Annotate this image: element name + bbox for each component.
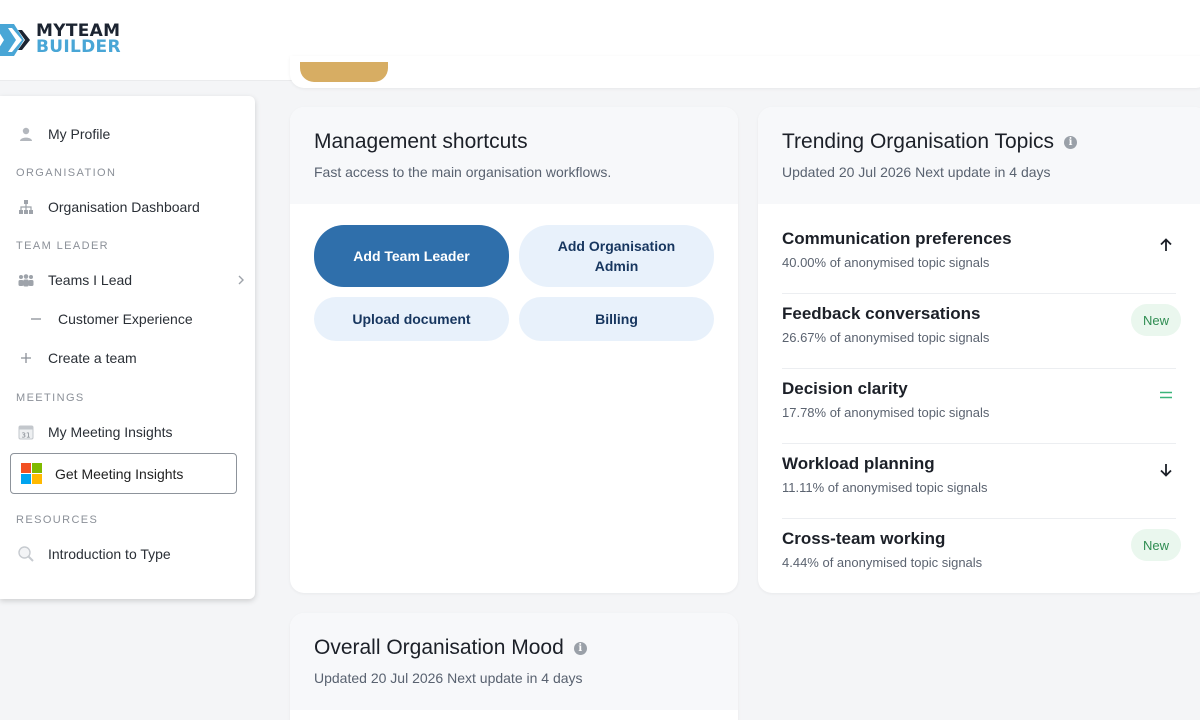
top-card-edge <box>290 56 1200 88</box>
top-card-pill <box>300 62 388 82</box>
down-arrow-icon <box>1160 464 1172 477</box>
topic-description: 40.00% of anonymised topic signals <box>782 255 990 270</box>
card-title: Overall Organisation Mood i <box>314 636 587 660</box>
info-icon[interactable]: i <box>573 641 587 655</box>
topic-name: Feedback conversations <box>782 304 981 323</box>
sidebar-item-create-team[interactable]: Create a team <box>16 347 137 369</box>
topic-row: Feedback conversations 26.67% of anonymi… <box>758 294 1200 369</box>
topic-name: Decision clarity <box>782 379 908 398</box>
topic-description: 11.11% of anonymised topic signals <box>782 480 988 495</box>
sidebar-item-label: Create a team <box>48 350 137 366</box>
get-meeting-insights-label: Get Meeting Insights <box>55 465 184 482</box>
logo-line-2: BUILDER <box>36 37 121 57</box>
chevron-right-icon[interactable] <box>234 273 248 287</box>
card-subtitle: Updated 20 Jul 2026 Next update in 4 day… <box>314 670 583 686</box>
microsoft-icon <box>21 463 42 484</box>
add-organisation-admin-button[interactable]: Add Organisation Admin <box>519 225 714 287</box>
sidebar-item-my-meeting-insights[interactable]: 31 My Meeting Insights <box>16 421 173 443</box>
card-subtitle: Updated 20 Jul 2026 Next update in 4 day… <box>782 164 1051 180</box>
organisation-mood-card: Overall Organisation Mood i Updated 20 Ju… <box>290 613 738 720</box>
topic-row: Workload planning 11.11% of anonymised t… <box>758 444 1200 519</box>
sitemap-icon <box>16 197 36 217</box>
card-header <box>290 107 738 204</box>
sidebar-item-label: My Profile <box>48 126 111 142</box>
sidebar-item-customer-experience[interactable]: Customer Experience <box>26 308 193 330</box>
equals-icon <box>1160 391 1172 399</box>
sidebar-item-introduction-to-type[interactable]: Introduction to Type <box>16 543 171 565</box>
sidebar-item-organisation-dashboard[interactable]: Organisation Dashboard <box>16 196 200 218</box>
plus-icon <box>16 348 36 368</box>
section-label-meetings: MEETINGS <box>16 392 85 404</box>
topic-name: Communication preferences <box>782 229 1012 248</box>
sidebar: My Profile ORGANISATION Organisation Das… <box>0 96 255 599</box>
new-badge: New <box>1131 304 1181 336</box>
section-label-team-leader: TEAM LEADER <box>16 240 110 252</box>
topic-row: Decision clarity 17.78% of anonymised to… <box>758 369 1200 444</box>
card-header <box>290 613 738 710</box>
sidebar-item-teams-i-lead[interactable]: Teams I Lead <box>16 269 244 291</box>
dash-icon <box>26 309 46 329</box>
info-icon[interactable]: i <box>1064 135 1077 149</box>
user-icon <box>16 124 36 144</box>
trending-topics-card: Trending Organisation Topics i Updated 20… <box>758 107 1200 593</box>
topic-row: Cross-team working 4.44% of anonymised t… <box>758 519 1200 593</box>
topic-description: 26.67% of anonymised topic signals <box>782 330 990 345</box>
card-title-text: Overall Organisation Mood <box>314 636 564 659</box>
logo-mark-icon <box>0 24 30 56</box>
card-title: Management shortcuts <box>314 130 528 153</box>
card-title: Trending Organisation Topics i <box>782 130 1077 154</box>
section-label-organisation: ORGANISATION <box>16 167 117 179</box>
add-team-leader-button[interactable]: Add Team Leader <box>314 225 509 287</box>
sidebar-item-label: Teams I Lead <box>48 272 133 288</box>
magnifier-icon <box>16 544 36 564</box>
section-label-resources: RESOURCES <box>16 514 99 526</box>
topic-name: Cross-team working <box>782 529 946 548</box>
logo-text: MYTEAM BUILDER <box>36 23 121 57</box>
sidebar-item-my-profile[interactable]: My Profile <box>16 123 110 145</box>
upload-document-button[interactable]: Upload document <box>314 297 509 341</box>
card-header <box>758 107 1200 204</box>
billing-button[interactable]: Billing <box>519 297 714 341</box>
topic-description: 17.78% of anonymised topic signals <box>782 405 990 420</box>
new-badge: New <box>1131 529 1181 561</box>
calendar-day: 31 <box>22 431 31 439</box>
sidebar-item-label: My Meeting Insights <box>48 424 173 440</box>
topic-description: 4.44% of anonymised topic signals <box>782 555 983 570</box>
up-arrow-icon <box>1160 238 1172 251</box>
get-meeting-insights-button[interactable]: Get Meeting Insights <box>10 453 237 494</box>
sidebar-item-label: Customer Experience <box>58 311 193 327</box>
card-subtitle: Fast access to the main organisation wor… <box>314 164 612 180</box>
topic-name: Workload planning <box>782 454 935 473</box>
topic-row: Communication preferences 40.00% of anon… <box>758 219 1200 294</box>
sidebar-item-label: Introduction to Type <box>48 546 171 562</box>
management-shortcuts-card: Management shortcuts Fast access to the … <box>290 107 738 593</box>
people-icon <box>16 270 36 290</box>
sidebar-item-label: Organisation Dashboard <box>48 199 200 215</box>
calendar-icon: 31 <box>16 422 36 442</box>
card-title-text: Trending Organisation Topics <box>782 130 1054 153</box>
